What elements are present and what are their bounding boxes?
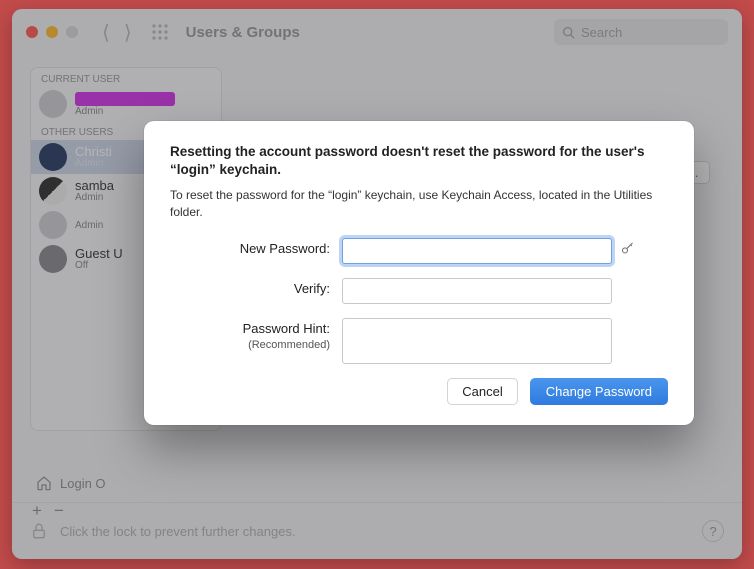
key-icon[interactable] [620,241,635,260]
reset-password-sheet: Resetting the account password doesn't r… [144,121,694,425]
new-password-input[interactable] [342,238,612,264]
hint-input[interactable] [342,318,612,364]
verify-input[interactable] [342,278,612,304]
dialog-subtext: To reset the password for the “login” ke… [170,187,668,219]
change-password-submit[interactable]: Change Password [530,378,668,405]
label-hint: Password Hint: (Recommended) [170,318,342,351]
cancel-button[interactable]: Cancel [447,378,517,405]
prefs-window: ⟨ ⟩ Users & Groups Search Current User A… [12,9,742,559]
label-verify: Verify: [170,278,342,296]
dialog-heading: Resetting the account password doesn't r… [170,143,668,179]
label-new-password: New Password: [170,238,342,256]
